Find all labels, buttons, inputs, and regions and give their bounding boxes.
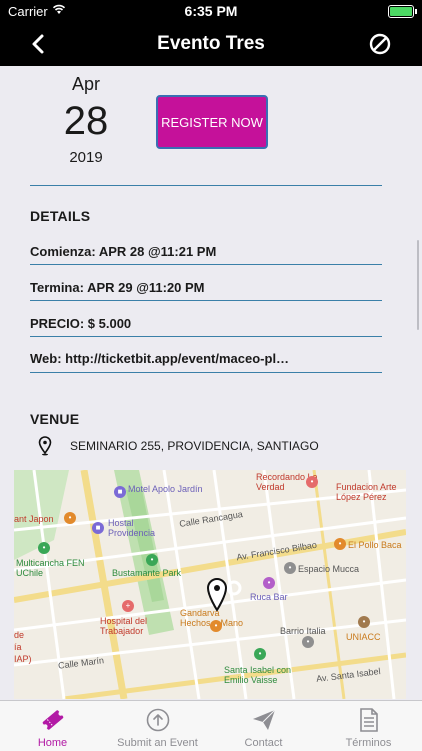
price: PRECIO: $ 5.000 xyxy=(30,316,132,331)
divider xyxy=(30,372,382,373)
lodging-icon: ■ xyxy=(114,486,126,498)
details-heading: DETAILS xyxy=(30,208,91,224)
divider xyxy=(30,264,382,265)
park-icon: • xyxy=(146,554,158,566)
paper-plane-icon xyxy=(253,709,276,730)
map-label-edge-de: de xyxy=(14,630,25,640)
tab-terminos[interactable]: Términos xyxy=(316,701,421,751)
school-icon: • xyxy=(358,616,370,628)
map-label-barrio: Barrio Italia xyxy=(280,626,326,636)
map-label-uniacc: UNIACC xyxy=(346,632,381,642)
bar-icon: • xyxy=(306,476,318,488)
scrollbar[interactable] xyxy=(417,240,419,330)
map-label-santa-isabel: Santa Isabel con Emilio Vaisse xyxy=(224,665,292,685)
document-icon xyxy=(360,708,378,732)
block-icon[interactable] xyxy=(368,32,392,56)
location-pin-icon xyxy=(38,436,52,456)
transit-icon: • xyxy=(254,648,266,660)
map-label-edge-iap: IAP) xyxy=(14,654,32,664)
status-bar: Carrier 6:35 PM xyxy=(0,0,422,22)
map-label-hospital: Hospital del Trabajador xyxy=(100,616,148,636)
map-label-japon: ant Japon xyxy=(14,514,54,524)
tab-submit-event[interactable]: Submit an Event xyxy=(105,701,210,751)
map-label-fundacion: Fundacion Arte López Pérez xyxy=(336,482,397,502)
divider xyxy=(30,185,382,186)
tab-label: Contact xyxy=(244,737,283,749)
ticket-icon xyxy=(42,710,64,730)
website-link[interactable]: Web: http://ticketbit.app/event/maceo-pl… xyxy=(30,351,289,366)
place-icon: • xyxy=(302,636,314,648)
register-button[interactable]: REGISTER NOW xyxy=(156,95,268,149)
map-label-bustamante: Bustamante Park xyxy=(112,568,182,578)
hospital-icon: + xyxy=(122,600,134,612)
restaurant-icon: • xyxy=(64,512,76,524)
tab-label: Submit an Event xyxy=(117,737,198,749)
shop-icon: • xyxy=(210,620,222,632)
divider xyxy=(30,300,382,301)
tab-label: Términos xyxy=(345,737,392,749)
map-label-hostal: Hostal Providencia xyxy=(108,518,156,538)
tab-bar: Home Submit an Event Contact Términos xyxy=(0,700,422,751)
venue-heading: VENUE xyxy=(30,411,80,427)
map-label-pollo: El Pollo Baca xyxy=(348,540,402,550)
map-label-mucca: Espacio Mucca xyxy=(298,564,360,574)
event-year: 2019 xyxy=(69,149,103,166)
place-icon: • xyxy=(284,562,296,574)
sports-icon: • xyxy=(38,542,50,554)
map-label-edge-ia: ía xyxy=(14,642,22,652)
tab-label: Home xyxy=(37,737,68,749)
bar-icon: • xyxy=(263,577,275,589)
divider xyxy=(30,336,382,337)
page-title: Evento Tres xyxy=(157,33,265,54)
venue-address: SEMINARIO 255, PROVIDENCIA, SANTIAGO xyxy=(70,439,319,453)
event-date: Apr 28 2019 xyxy=(40,72,132,166)
lodging-icon: ■ xyxy=(92,522,104,534)
map-label-motel: Motel Apolo Jardín xyxy=(128,484,203,494)
end-time: Termina: APR 29 @11:20 PM xyxy=(30,280,205,295)
tab-home[interactable]: Home xyxy=(0,701,105,751)
venue-map[interactable]: ■ Motel Apolo Jardín ■ Hostal Providenci… xyxy=(14,470,406,699)
map-label-ruca: Ruca Bar xyxy=(250,592,288,602)
tab-contact[interactable]: Contact xyxy=(211,701,316,751)
clock: 6:35 PM xyxy=(184,3,238,19)
event-month: Apr xyxy=(71,74,100,94)
battery-icon xyxy=(388,5,417,18)
start-time: Comienza: APR 28 @11:21 PM xyxy=(30,244,217,259)
navigation-bar: Evento Tres xyxy=(0,22,422,66)
restaurant-icon: • xyxy=(334,538,346,550)
event-day: 28 xyxy=(63,99,109,143)
upload-icon xyxy=(146,708,170,732)
map-label-multicancha: Multicancha FEN UChile xyxy=(16,558,85,578)
